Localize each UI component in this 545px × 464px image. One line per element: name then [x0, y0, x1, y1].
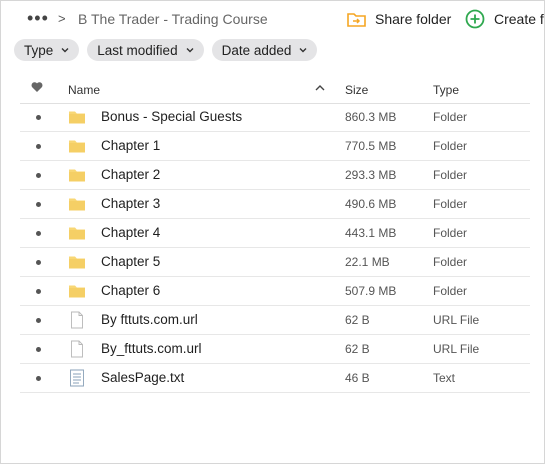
favorite-dot[interactable] — [36, 260, 41, 265]
table-row[interactable]: Chapter 5 22.1 MB Folder — [20, 248, 530, 277]
chevron-down-icon — [186, 48, 194, 53]
folder-icon — [69, 227, 85, 240]
file-name[interactable]: Bonus - Special Guests — [101, 109, 242, 124]
text-file-icon — [70, 369, 84, 387]
column-header-type[interactable]: Type — [433, 83, 459, 97]
filter-bar: Type Last modified Date added — [14, 39, 318, 61]
file-name[interactable]: By fttuts.com.url — [101, 312, 198, 327]
table-row[interactable]: Chapter 4 443.1 MB Folder — [20, 219, 530, 248]
table-row[interactable]: SalesPage.txt 46 B Text — [20, 364, 530, 393]
file-size: 22.1 MB — [345, 255, 390, 269]
filter-last-modified-label: Last modified — [97, 42, 178, 58]
favorite-dot[interactable] — [36, 289, 41, 294]
file-icon — [71, 340, 83, 358]
breadcrumb[interactable]: B The Trader - Trading Course — [78, 11, 268, 27]
file-name[interactable]: Chapter 6 — [101, 283, 160, 298]
table-row[interactable]: Chapter 2 293.3 MB Folder — [20, 161, 530, 190]
filter-date-added-label: Date added — [221, 42, 292, 58]
favorite-dot[interactable] — [36, 115, 41, 120]
create-folder-label: Create fo — [494, 11, 544, 27]
file-name[interactable]: Chapter 4 — [101, 225, 160, 240]
folder-icon — [69, 285, 85, 298]
file-type: Folder — [433, 226, 468, 240]
file-type: Folder — [433, 110, 468, 124]
chevron-down-icon — [299, 48, 307, 53]
file-name[interactable]: By_fttuts.com.url — [101, 341, 202, 356]
file-type: Text — [433, 371, 456, 385]
chevron-down-icon — [61, 48, 69, 53]
filter-last-modified[interactable]: Last modified — [87, 39, 204, 61]
file-name[interactable]: Chapter 5 — [101, 254, 160, 269]
file-name[interactable]: Chapter 3 — [101, 196, 160, 211]
filter-type[interactable]: Type — [14, 39, 80, 61]
sort-ascending-icon[interactable] — [315, 84, 325, 92]
favorite-dot[interactable] — [36, 347, 41, 352]
file-type: Folder — [433, 197, 468, 211]
file-name[interactable]: Chapter 1 — [101, 138, 160, 153]
file-icon — [71, 311, 83, 329]
file-size: 62 B — [345, 313, 370, 327]
file-browser-window: ••• > B The Trader - Trading Course Shar… — [0, 0, 545, 464]
file-name[interactable]: SalesPage.txt — [101, 370, 184, 385]
folder-icon — [69, 111, 85, 124]
favorite-dot[interactable] — [36, 376, 41, 381]
create-folder-button[interactable]: Create fo — [465, 7, 544, 31]
heart-icon[interactable] — [31, 81, 43, 93]
file-type: URL File — [433, 342, 480, 356]
chevron-right-icon: > — [58, 11, 66, 26]
favorite-dot[interactable] — [36, 144, 41, 149]
file-type: Folder — [433, 255, 468, 269]
file-size: 62 B — [345, 342, 370, 356]
share-folder-icon — [347, 12, 366, 27]
file-size: 770.5 MB — [345, 139, 397, 153]
file-size: 443.1 MB — [345, 226, 397, 240]
filter-date-added[interactable]: Date added — [211, 39, 318, 61]
favorite-dot[interactable] — [36, 173, 41, 178]
file-type: Folder — [433, 168, 468, 182]
file-size: 293.3 MB — [345, 168, 397, 182]
top-bar: ••• > B The Trader - Trading Course Shar… — [1, 1, 544, 37]
more-options-icon[interactable]: ••• — [27, 9, 49, 27]
column-header-name[interactable]: Name — [68, 83, 100, 97]
file-size: 46 B — [345, 371, 370, 385]
table-row[interactable]: By_fttuts.com.url 62 B URL File — [20, 335, 530, 364]
table-row[interactable]: By fttuts.com.url 62 B URL File — [20, 306, 530, 335]
favorite-dot[interactable] — [36, 231, 41, 236]
folder-icon — [69, 169, 85, 182]
file-type: URL File — [433, 313, 480, 327]
folder-icon — [69, 198, 85, 211]
folder-icon — [69, 256, 85, 269]
file-size: 860.3 MB — [345, 110, 397, 124]
folder-icon — [69, 140, 85, 153]
column-header-size[interactable]: Size — [345, 83, 368, 97]
file-name[interactable]: Chapter 2 — [101, 167, 160, 182]
favorite-dot[interactable] — [36, 318, 41, 323]
file-type: Folder — [433, 284, 468, 298]
table-row[interactable]: Chapter 6 507.9 MB Folder — [20, 277, 530, 306]
share-folder-button[interactable]: Share folder — [347, 7, 451, 31]
favorite-dot[interactable] — [36, 202, 41, 207]
file-type: Folder — [433, 139, 468, 153]
file-size: 507.9 MB — [345, 284, 397, 298]
file-list: Bonus - Special Guests 860.3 MB Folder C… — [20, 103, 530, 393]
file-size: 490.6 MB — [345, 197, 397, 211]
share-folder-label: Share folder — [375, 11, 452, 27]
table-header: Name Size Type — [20, 75, 530, 104]
table-row[interactable]: Chapter 1 770.5 MB Folder — [20, 132, 530, 161]
plus-circle-icon — [465, 9, 485, 29]
filter-type-label: Type — [24, 42, 54, 58]
table-row[interactable]: Chapter 3 490.6 MB Folder — [20, 190, 530, 219]
table-row[interactable]: Bonus - Special Guests 860.3 MB Folder — [20, 103, 530, 132]
